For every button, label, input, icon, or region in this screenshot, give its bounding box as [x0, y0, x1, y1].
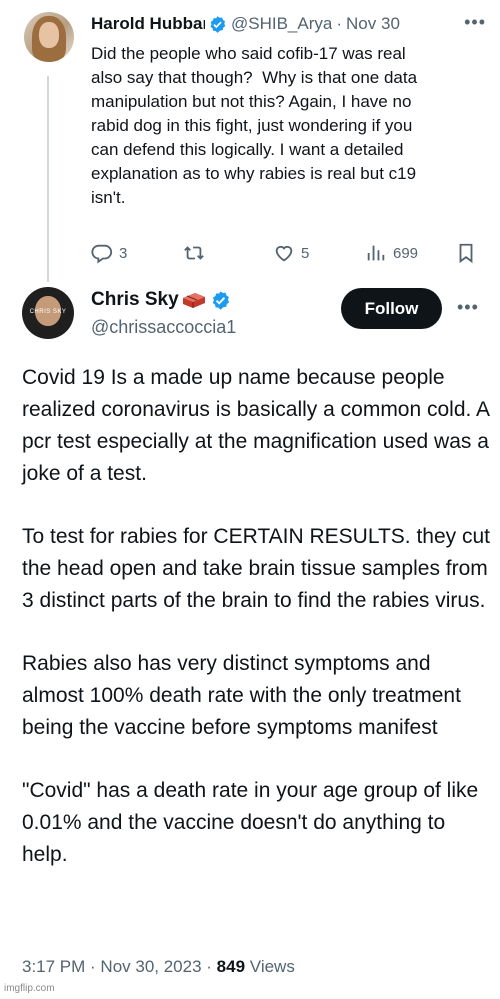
- more-options-icon[interactable]: •••: [457, 297, 479, 318]
- reply-tweet-text: Did the people who said cofib-17 was rea…: [91, 44, 418, 207]
- tweet-paragraph: To test for rabies for CERTAIN RESULTS. …: [22, 525, 490, 612]
- author-name[interactable]: Chris Sky: [91, 289, 179, 311]
- retweet-button[interactable]: [183, 242, 211, 264]
- tweet-meta: 3:17 PM · Nov 30, 2023 · 849 Views: [22, 957, 295, 976]
- like-button[interactable]: 5: [273, 242, 309, 264]
- tweet-timestamp[interactable]: 3:17 PM · Nov 30, 2023: [22, 957, 202, 976]
- avatar-harold[interactable]: [24, 12, 74, 62]
- bookmark-button[interactable]: [455, 242, 483, 264]
- bookmark-icon: [459, 243, 473, 264]
- view-count: 699: [393, 244, 419, 262]
- main-tweet-author: Chris Sky: [91, 289, 235, 311]
- thread-connector-line: [47, 76, 49, 282]
- follow-button[interactable]: Follow: [341, 288, 442, 329]
- views-chart-icon: [367, 245, 385, 261]
- reply-icon: [91, 244, 113, 264]
- avatar-chris-sky[interactable]: CHRIS SKY: [22, 287, 74, 339]
- verified-badge-icon: [212, 290, 229, 310]
- verified-badge-icon: [210, 15, 226, 33]
- view-count: 849: [216, 957, 246, 976]
- reply-tweet: Harold Hubbar @SHIB_Arya · Nov 30 ••• Di…: [91, 12, 486, 210]
- like-count: 5: [301, 244, 310, 262]
- author-handle[interactable]: @chrissaccoccia1: [91, 317, 236, 338]
- tweet-paragraph: "Covid" has a death rate in your age gro…: [22, 779, 479, 866]
- reply-tweet-actions: 3 5 699: [91, 242, 481, 268]
- avatar-caption: CHRIS SKY: [29, 309, 67, 315]
- author-handle[interactable]: @SHIB_Arya: [231, 14, 332, 34]
- separator-dot: ·: [336, 14, 343, 33]
- author-name[interactable]: Harold Hubbar: [91, 14, 205, 34]
- reply-tweet-header: Harold Hubbar @SHIB_Arya · Nov 30: [91, 12, 486, 36]
- retweet-icon: [184, 246, 204, 260]
- tweet-date[interactable]: Nov 30: [346, 14, 400, 34]
- reply-button[interactable]: 3: [91, 242, 127, 264]
- more-options-icon[interactable]: •••: [464, 12, 486, 33]
- main-tweet-text: Covid 19 Is a made up name because peopl…: [22, 362, 492, 902]
- tweet-paragraph: Rabies also has very distinct symptoms a…: [22, 652, 461, 739]
- views-label: Views: [249, 957, 295, 976]
- reply-count: 3: [119, 244, 128, 262]
- tweet-paragraph: Covid 19 Is a made up name because peopl…: [22, 366, 489, 485]
- watermark: imgflip.com: [4, 983, 55, 994]
- views-button[interactable]: 699: [365, 242, 418, 264]
- brick-emoji-icon: [182, 293, 205, 308]
- heart-icon: [275, 245, 293, 262]
